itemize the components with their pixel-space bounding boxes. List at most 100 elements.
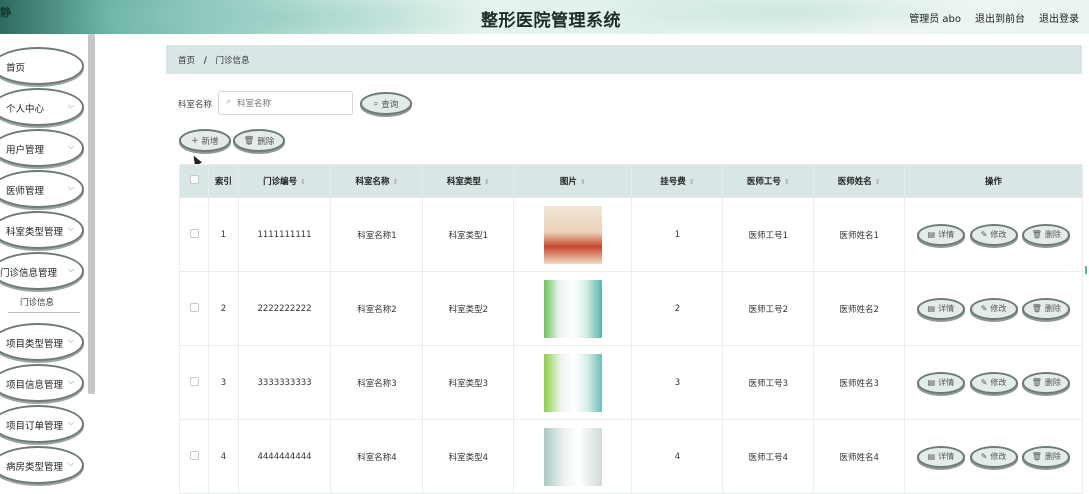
edit-button-label: 修改 [990, 378, 1007, 387]
collapse-handle[interactable] [1085, 266, 1089, 274]
pencil-icon: ✎ [980, 304, 988, 313]
edit-button-label: 修改 [990, 452, 1007, 461]
query-button-label: 查询 [381, 99, 399, 110]
row-checkbox[interactable] [189, 302, 199, 312]
cell-image [513, 271, 633, 346]
clinic-table: 索引 门诊编号 ⇕ 科室名称 ⇕ 科室类型 ⇕ 图片 ⇕ 挂号费 ⇕ 医师工号 ⇕ 医师姓名… [178, 164, 1083, 494]
cell-dept-name: 科室名称3 [330, 345, 424, 420]
sidebar-item-user-management[interactable]: 用户管理 ⌵ [0, 129, 84, 167]
breadcrumb-home[interactable]: 首页 [178, 56, 195, 66]
sort-icon[interactable]: ⇕ [689, 178, 695, 186]
cell-doctor-name: 医师姓名2 [813, 271, 906, 346]
sidebar-item-home[interactable]: 首页 [0, 47, 84, 85]
clinic-photo[interactable] [543, 427, 602, 486]
query-button[interactable]: ⌕ 查询 [360, 92, 412, 115]
col-header-dept-type[interactable]: 科室类型 ⇕ [422, 164, 515, 198]
edit-button[interactable]: ✎ 修改 [969, 371, 1018, 394]
sidebar-scrollbar[interactable] [88, 34, 95, 394]
detail-button[interactable]: ▤ 详情 [916, 371, 965, 394]
chevron-down-icon: ⌵ [67, 224, 74, 233]
sidebar-item-project-order-management[interactable]: 项目订单管理 ⌵ [0, 405, 84, 443]
col-header-label: 医师工号 [746, 177, 781, 187]
add-button[interactable]: + 新增 [179, 129, 231, 152]
sidebar-item-label: 项目信息管理 [6, 380, 64, 391]
sidebar-item-project-info-management[interactable]: 项目信息管理 ⌵ [0, 364, 84, 402]
cell-dept-type: 科室类型4 [422, 419, 515, 494]
cell-clinic-no: 4444444444 [237, 419, 332, 494]
cell-doctor-id: 医师工号2 [722, 271, 815, 346]
delete-button-label: 删除 [1044, 230, 1061, 239]
detail-button[interactable]: ▤ 详情 [916, 223, 965, 246]
cell-actions: ▤ 详情 ✎ 修改 🗑 删除 [904, 419, 1083, 494]
row-select-cell [178, 419, 210, 494]
chevron-down-icon: ⌵ [67, 459, 74, 468]
detail-button[interactable]: ▤ 详情 [916, 297, 965, 320]
sort-icon[interactable]: ⇕ [393, 178, 399, 186]
col-header-dept-name[interactable]: 科室名称 ⇕ [330, 164, 424, 198]
document-icon: ▤ [927, 452, 936, 461]
breadcrumb: 首页 / 门诊信息 [166, 45, 1082, 74]
sidebar-subitem-clinic-info[interactable]: 门诊信息 [0, 292, 82, 314]
bulk-delete-button[interactable]: 🗑 删除 [233, 129, 285, 152]
cell-actions: ▤ 详情 ✎ 修改 🗑 删除 [904, 345, 1083, 420]
cell-doctor-id: 医师工号4 [722, 419, 815, 494]
table-row: 4 4444444444 科室名称4 科室类型4 4 医师工号4 医师姓名4 ▤… [178, 419, 1083, 494]
delete-button[interactable]: 🗑 删除 [1022, 297, 1071, 320]
sort-icon[interactable]: ⇕ [484, 178, 490, 186]
sidebar-item-label: 医师管理 [6, 186, 45, 197]
table-header-row: 索引 门诊编号 ⇕ 科室名称 ⇕ 科室类型 ⇕ 图片 ⇕ 挂号费 ⇕ 医师工号 ⇕ 医师姓名… [178, 164, 1083, 198]
row-checkbox[interactable] [189, 450, 199, 460]
chevron-down-icon: ⌵ [67, 377, 74, 386]
main-content: 首页 / 门诊信息 科室名称 ⌕ ⌕ 查询 + 新增 🗑 删除 索引 [96, 34, 1089, 494]
edit-button[interactable]: ✎ 修改 [969, 445, 1018, 468]
edit-button[interactable]: ✎ 修改 [969, 223, 1018, 246]
breadcrumb-current: 门诊信息 [215, 56, 250, 66]
trash-icon: 🗑 [1031, 378, 1042, 387]
sidebar-subitem-label: 门诊信息 [20, 298, 55, 308]
sort-icon[interactable]: ⇕ [300, 178, 306, 186]
sidebar-item-personal-center[interactable]: 个人中心 ⌵ [0, 88, 84, 126]
sidebar-item-clinic-info-management[interactable]: 门诊信息管理 ⌵ [0, 252, 84, 290]
row-checkbox[interactable] [189, 228, 199, 238]
select-all-checkbox[interactable] [189, 175, 199, 184]
col-header-doctor-id[interactable]: 医师工号 ⇕ [722, 164, 815, 198]
sort-icon[interactable]: ⇕ [784, 178, 790, 186]
pencil-icon: ✎ [980, 230, 988, 239]
logout-link[interactable]: 退出登录 [1039, 10, 1079, 25]
delete-button[interactable]: 🗑 删除 [1022, 223, 1071, 246]
detail-button-label: 详情 [938, 452, 955, 461]
col-header-label: 医师姓名 [837, 177, 872, 187]
search-field[interactable]: ⌕ [218, 91, 353, 115]
sidebar-item-label: 科室类型管理 [6, 227, 64, 238]
document-icon: ▤ [927, 304, 936, 313]
cell-fee: 3 [631, 345, 724, 420]
sort-icon[interactable]: ⇕ [875, 178, 881, 186]
search-icon: ⌕ [373, 98, 379, 109]
sidebar-item-ward-type-management[interactable]: 病房类型管理 ⌵ [0, 446, 84, 484]
trash-icon: 🗑 [1031, 230, 1042, 239]
delete-button[interactable]: 🗑 删除 [1022, 371, 1071, 394]
back-to-frontend-link[interactable]: 退出到前台 [975, 10, 1025, 25]
sidebar-item-doctor-management[interactable]: 医师管理 ⌵ [0, 170, 84, 208]
row-checkbox[interactable] [189, 376, 199, 386]
sidebar-item-project-type-management[interactable]: 项目类型管理 ⌵ [0, 323, 84, 361]
cell-image [513, 197, 633, 272]
detail-button[interactable]: ▤ 详情 [916, 445, 965, 468]
delete-button[interactable]: 🗑 删除 [1022, 445, 1071, 468]
sidebar-item-dept-type-management[interactable]: 科室类型管理 ⌵ [0, 211, 84, 249]
col-header-image[interactable]: 图片 ⇕ [513, 164, 633, 198]
clinic-photo[interactable] [543, 353, 602, 412]
search-input[interactable] [237, 96, 347, 111]
col-header-doctor-name[interactable]: 医师姓名 ⇕ [813, 164, 906, 198]
chevron-down-icon: ⌵ [67, 142, 74, 151]
sort-icon[interactable]: ⇕ [580, 178, 586, 186]
cell-image [513, 419, 633, 494]
bulk-delete-button-label: 删除 [257, 136, 275, 147]
col-header-clinic-no[interactable]: 门诊编号 ⇕ [237, 164, 332, 198]
col-header-fee[interactable]: 挂号费 ⇕ [631, 164, 724, 198]
document-icon: ▤ [927, 378, 936, 387]
trash-icon: 🗑 [1031, 452, 1042, 461]
edit-button[interactable]: ✎ 修改 [969, 297, 1018, 320]
clinic-photo[interactable] [543, 279, 602, 338]
clinic-photo[interactable] [543, 205, 602, 264]
